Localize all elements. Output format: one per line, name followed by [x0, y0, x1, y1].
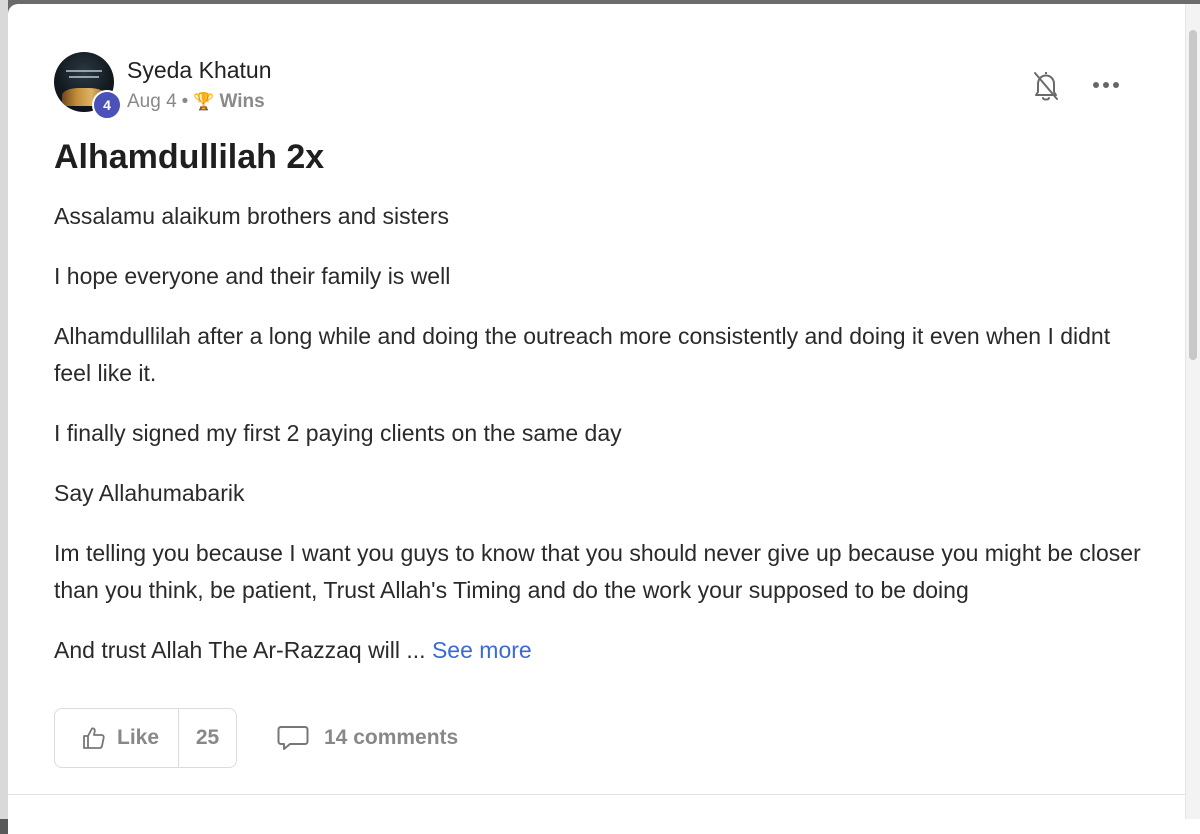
scrollbar-thumb[interactable] — [1189, 30, 1197, 360]
post-paragraph-truncated: And trust Allah The Ar-Razzaq will ... S… — [54, 632, 1144, 669]
comments-link[interactable]: 14 comments — [276, 723, 458, 753]
like-button[interactable]: Like — [55, 709, 179, 767]
background-page-strip — [0, 0, 8, 819]
scrollbar[interactable] — [1185, 4, 1200, 819]
avatar-text-line — [69, 76, 99, 78]
comments-count-label: 14 comments — [324, 726, 459, 749]
post-body: Assalamu alaikum brothers and sisters I … — [54, 198, 1144, 692]
truncated-text: And trust Allah The Ar-Razzaq will ... — [54, 637, 432, 663]
more-options-button[interactable] — [1090, 72, 1122, 98]
post-paragraph: Say Allahumabarik — [54, 480, 245, 506]
see-more-link[interactable]: See more — [432, 637, 532, 663]
comment-bubble-icon — [277, 726, 309, 750]
notification-toggle-button[interactable] — [1030, 68, 1062, 104]
avatar-text-line — [66, 70, 102, 72]
post-title: Alhamdullilah 2x — [54, 138, 325, 176]
thumbs-up-icon — [83, 727, 105, 749]
like-group: Like 25 — [54, 708, 237, 768]
meta-separator: • — [181, 91, 189, 112]
post-meta: Aug 4 • 🏆 Wins — [127, 91, 265, 113]
post-paragraph: Alhamdullilah after a long while and doi… — [54, 323, 1111, 386]
author-name[interactable]: Syeda Khatun — [127, 57, 272, 84]
post-paragraph: Assalamu alaikum brothers and sisters — [54, 203, 449, 229]
more-horizontal-icon — [1093, 82, 1119, 88]
author-avatar[interactable]: 4 — [54, 52, 122, 120]
post-paragraph: I hope everyone and their family is well — [54, 263, 451, 289]
like-label: Like — [117, 726, 160, 749]
post-paragraph: Im telling you because I want you guys t… — [54, 540, 1141, 603]
post-category[interactable]: Wins — [219, 91, 264, 113]
like-count[interactable]: 25 — [179, 709, 236, 767]
trophy-icon: 🏆 — [193, 92, 215, 111]
section-divider — [8, 794, 1186, 795]
bell-off-icon — [1034, 72, 1058, 101]
post-paragraph: I finally signed my first 2 paying clien… — [54, 420, 622, 446]
level-badge: 4 — [92, 90, 122, 120]
post-date[interactable]: Aug 4 — [127, 91, 177, 113]
